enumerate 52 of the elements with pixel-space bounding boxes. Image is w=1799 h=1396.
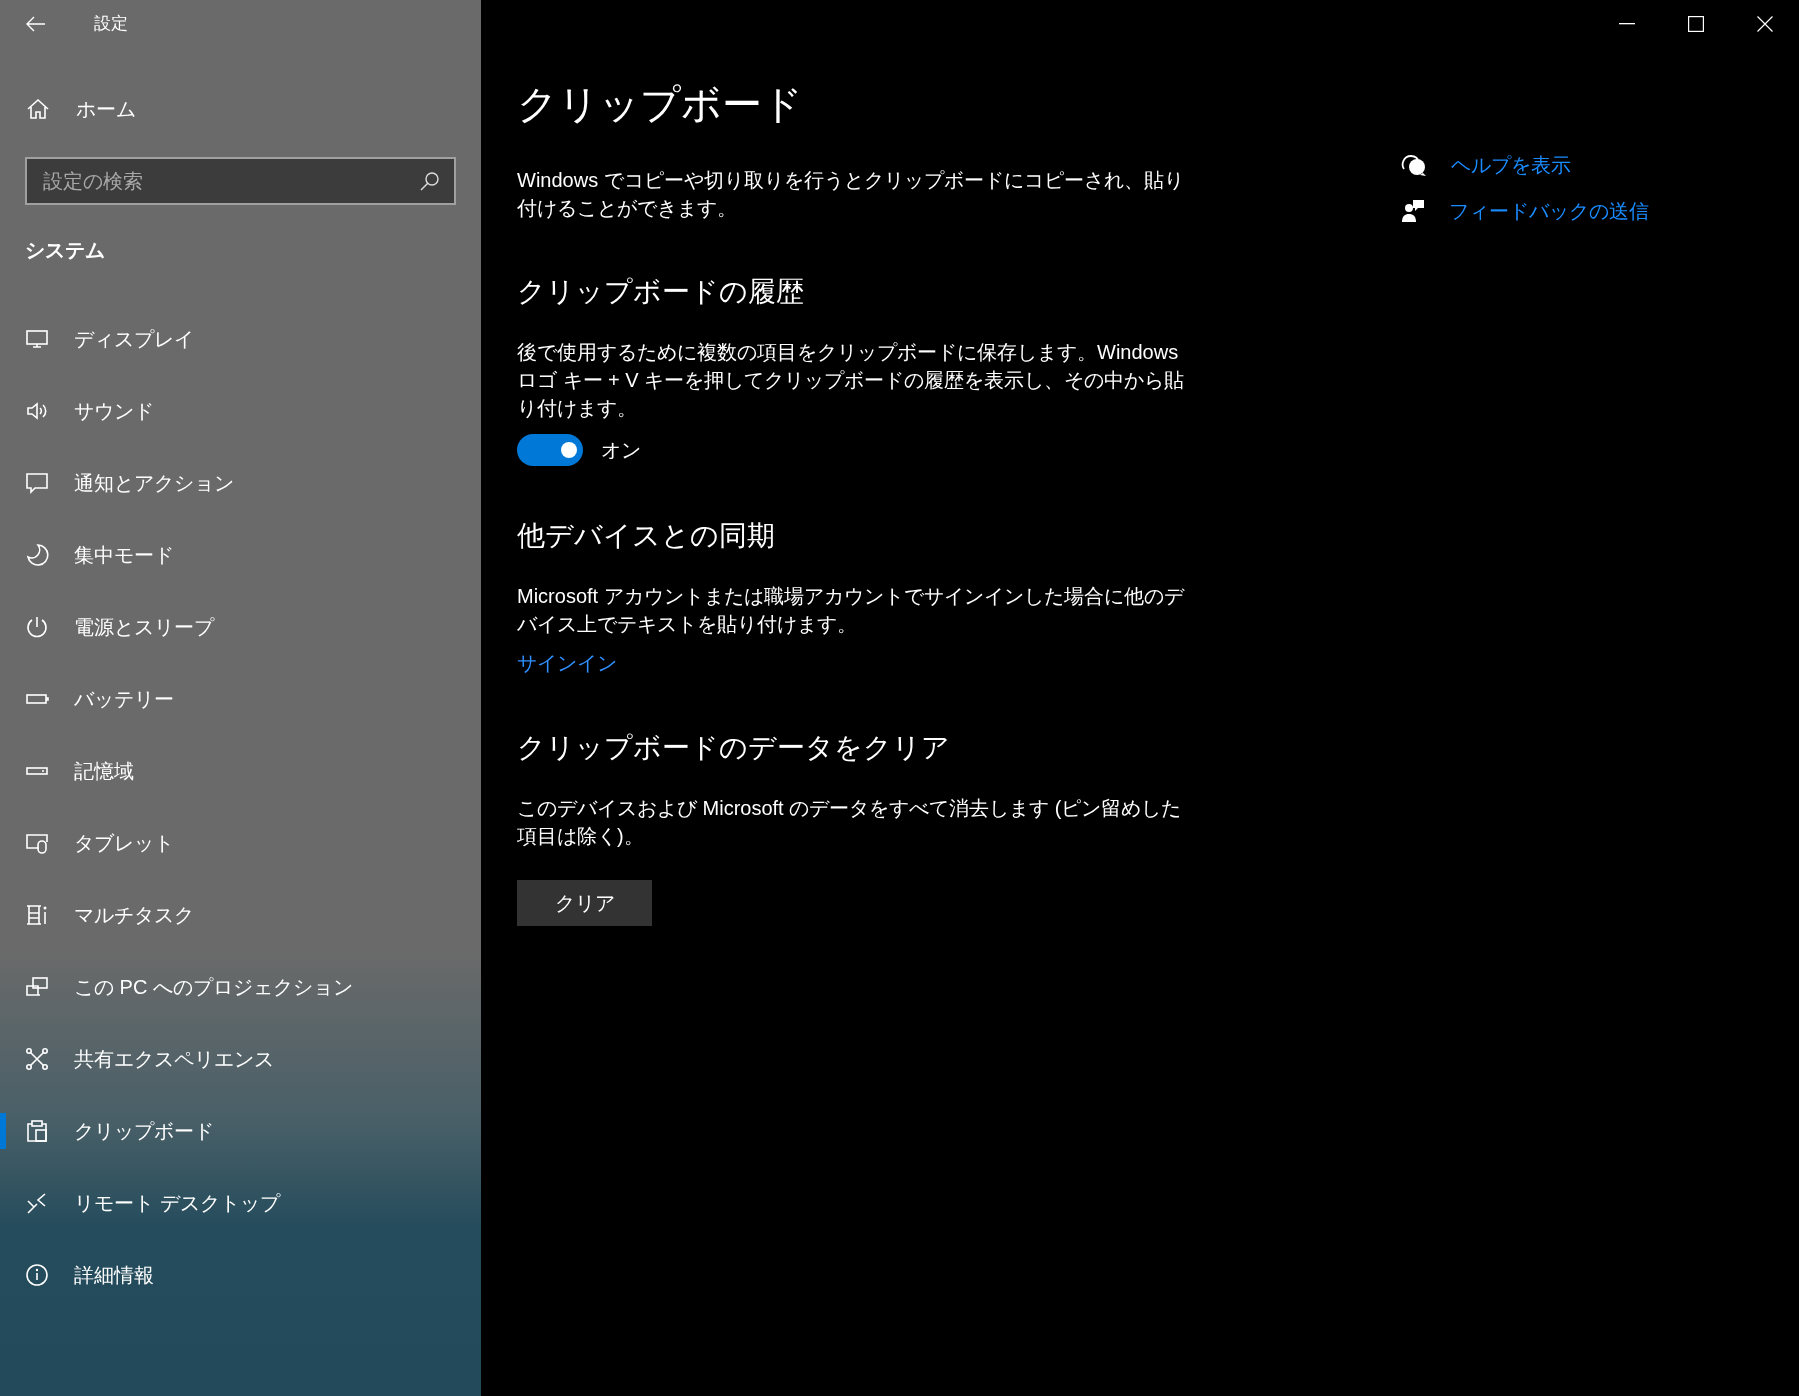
description-text: Microsoft アカウントまたは職場アカウントでサインインした場合に他のデバイス上でテキストを貼り付けます。 xyxy=(517,584,1186,637)
section-heading: クリップボードの履歴 xyxy=(517,275,805,309)
toggle-switch[interactable] xyxy=(517,434,583,466)
tablet-icon xyxy=(25,831,49,855)
section-heading: システム xyxy=(24,238,106,263)
projection-icon xyxy=(25,975,49,999)
nav-item[interactable]: マルチタスク xyxy=(0,879,481,951)
description-text: このデバイスおよび Microsoft のデータをすべて消去します (ピン留めした項目は除く)。 xyxy=(517,796,1183,849)
window-title: 設定 xyxy=(94,13,128,36)
speech-bubble-icon xyxy=(25,471,49,495)
nav-item[interactable]: 記憶域 xyxy=(0,735,481,807)
minimize-icon xyxy=(1618,23,1635,25)
nav-item[interactable]: 詳細情報 xyxy=(0,1239,481,1311)
clipboard-icon xyxy=(25,1119,49,1143)
nav-item[interactable]: この PC へのプロジェクション xyxy=(0,951,481,1023)
selection-indicator xyxy=(0,1113,6,1149)
description-text: Windows でコピーや切り取りを行うとクリップボードにコピーされ、貼り付けることができます。 xyxy=(517,168,1185,221)
section-heading: 他デバイスとの同期 xyxy=(517,519,776,553)
sign-in-link[interactable]: サインイン xyxy=(517,648,617,678)
toggle-label: オン xyxy=(601,438,641,463)
share-icon xyxy=(25,1047,49,1071)
home-label: ホーム xyxy=(76,97,136,122)
help-chat-icon xyxy=(1401,153,1427,177)
search-field[interactable]: 設定の検索 xyxy=(25,157,456,205)
multitask-icon xyxy=(25,903,49,927)
search-icon xyxy=(420,171,440,191)
nav-item[interactable]: ディスプレイ xyxy=(0,303,481,375)
nav-item[interactable]: 電源とスリープ xyxy=(0,591,481,663)
nav-item[interactable]: 集中モード xyxy=(0,519,481,591)
monitor-icon xyxy=(25,327,49,351)
section-heading: クリップボードのデータをクリア xyxy=(517,731,951,765)
moon-icon xyxy=(25,543,49,567)
clear-button[interactable]: クリア xyxy=(517,880,652,926)
nav-item[interactable]: リモート デスクトップ xyxy=(0,1167,481,1239)
nav-item[interactable]: クリップボード xyxy=(0,1095,481,1167)
back-arrow-icon xyxy=(26,16,46,32)
nav-item[interactable]: 通知とアクション xyxy=(0,447,481,519)
help-link[interactable]: ヘルプを表示 xyxy=(1451,150,1571,180)
description-text: 後で使用するために複数の項目をクリップボードに保存します。Windows ロゴ キー + V キーを押してクリップボードの履歴を表示し、その中から貼り付けます。 xyxy=(517,340,1186,421)
close-icon xyxy=(1756,16,1773,32)
nav-item[interactable]: 共有エクスペリエンス xyxy=(0,1023,481,1095)
nav-item[interactable]: バッテリー xyxy=(0,663,481,735)
home-icon xyxy=(26,97,50,121)
maximize-icon xyxy=(1687,16,1704,32)
page-title: クリップボード xyxy=(517,81,804,128)
feedback-person-icon xyxy=(1401,199,1425,223)
nav-item[interactable]: サウンド xyxy=(0,375,481,447)
info-icon xyxy=(25,1263,49,1287)
nav-item[interactable]: タブレット xyxy=(0,807,481,879)
home-item[interactable]: ホーム xyxy=(0,73,481,145)
power-icon xyxy=(25,615,49,639)
feedback-link[interactable]: フィードバックの送信 xyxy=(1449,196,1649,226)
